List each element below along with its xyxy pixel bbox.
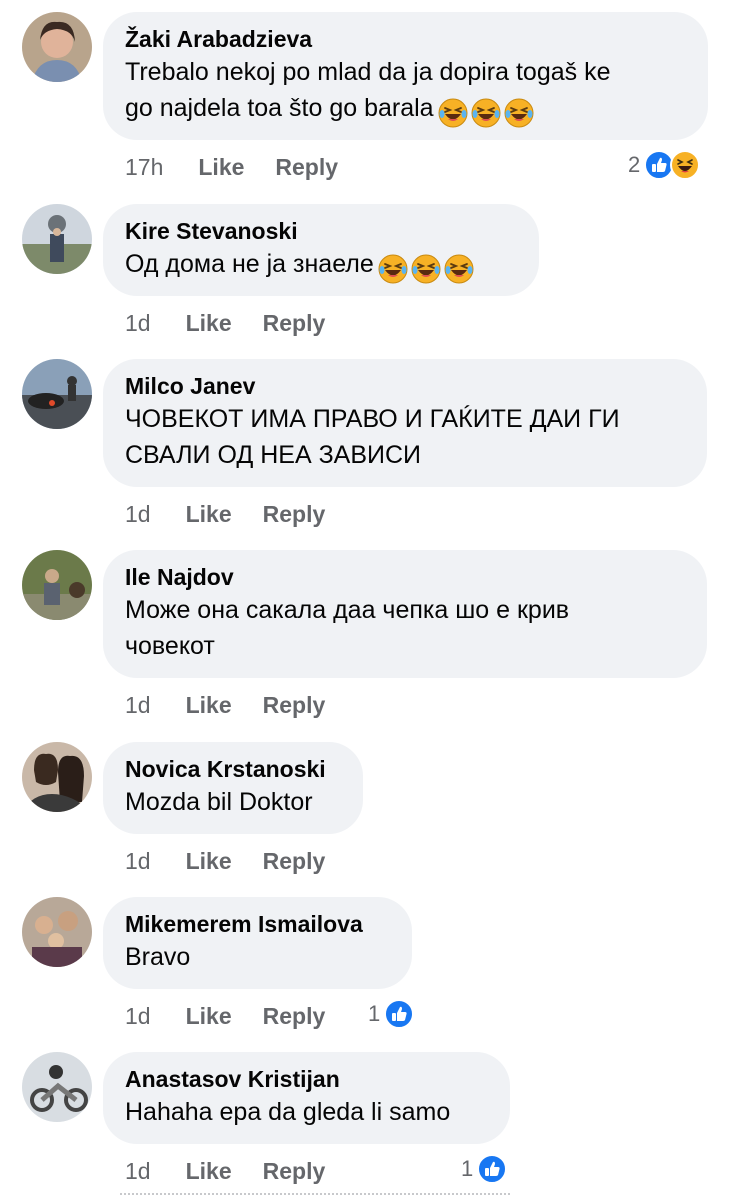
avatar[interactable]: [22, 742, 92, 812]
timestamp[interactable]: 1d: [125, 1001, 151, 1031]
avatar[interactable]: [22, 897, 92, 967]
like-icon: [477, 1154, 508, 1184]
reaction-count: 1: [461, 1156, 474, 1181]
reaction-summary[interactable]: 1: [461, 1154, 508, 1184]
avatar[interactable]: [22, 204, 92, 274]
reply-button[interactable]: Reply: [263, 1001, 326, 1031]
laughing-emoji-icon: [504, 98, 534, 128]
comment-actions: 1d Like Reply: [125, 308, 356, 338]
reply-button[interactable]: Reply: [263, 846, 326, 876]
comment-bubble: Milco Janev ЧОВЕКОТ ИМА ПРАВО И ГАЌИТЕ Д…: [103, 359, 707, 487]
reply-button[interactable]: Reply: [263, 308, 326, 338]
laughing-emoji-group: [438, 94, 537, 130]
like-button[interactable]: Like: [186, 499, 232, 529]
commenter-name[interactable]: Mikemerem Ismailova: [125, 909, 390, 939]
comment-bubble: Mikemerem Ismailova Bravo: [103, 897, 412, 989]
commenter-name[interactable]: Kire Stevanoski: [125, 216, 517, 246]
commenter-name[interactable]: Ile Najdov: [125, 562, 685, 592]
reply-button[interactable]: Reply: [275, 152, 338, 182]
comment-text: Mozda bil Doktor: [125, 788, 313, 816]
comment-actions: 1d Like Reply: [125, 1156, 356, 1186]
avatar[interactable]: [22, 12, 92, 82]
like-button[interactable]: Like: [186, 690, 232, 720]
reaction-summary[interactable]: 1: [368, 999, 415, 1029]
like-button[interactable]: Like: [186, 846, 232, 876]
laughing-emoji-icon: [438, 98, 468, 128]
laughing-emoji-icon: [444, 254, 474, 284]
like-button[interactable]: Like: [186, 308, 232, 338]
comment-text: Hahaha epa da gleda li samo: [125, 1098, 451, 1126]
laughing-emoji-icon: [471, 98, 501, 128]
avatar[interactable]: [22, 550, 92, 620]
comment-actions: 1d Like Reply: [125, 499, 356, 529]
timestamp[interactable]: 17h: [125, 152, 163, 182]
timestamp[interactable]: 1d: [125, 499, 151, 529]
commenter-name[interactable]: Anastasov Kristijan: [125, 1064, 488, 1094]
comment-text: Trebalo nekoj po mlad da ja dopira togaš…: [125, 54, 686, 130]
comment-actions: 17h Like Reply: [125, 152, 369, 182]
reaction-summary[interactable]: 2: [628, 150, 701, 180]
comment-bubble: Anastasov Kristijan Hahaha epa da gleda …: [103, 1052, 510, 1144]
comment-text: Bravo: [125, 943, 191, 971]
reaction-count: 2: [628, 152, 641, 177]
comment-actions: 1d Like Reply: [125, 690, 356, 720]
comment-bubble: Novica Krstanoski Mozda bil Doktor: [103, 742, 363, 834]
laughing-emoji-icon: [378, 254, 408, 284]
reaction-count: 1: [368, 1001, 381, 1026]
reply-button[interactable]: Reply: [263, 690, 326, 720]
laughing-emoji-icon: [411, 254, 441, 284]
timestamp[interactable]: 1d: [125, 308, 151, 338]
reply-button[interactable]: Reply: [263, 499, 326, 529]
comment-actions: 1d Like Reply: [125, 1001, 356, 1031]
like-button[interactable]: Like: [198, 152, 244, 182]
commenter-name[interactable]: Novica Krstanoski: [125, 754, 341, 784]
timestamp[interactable]: 1d: [125, 690, 151, 720]
comment-text: Може она сакала даа чепка шо е крив чове…: [125, 596, 570, 660]
avatar[interactable]: [22, 359, 92, 429]
timestamp[interactable]: 1d: [125, 1156, 151, 1186]
laughing-emoji-group: [378, 250, 477, 286]
comment-text: ЧОВЕКОТ ИМА ПРАВО И ГАЌИТЕ ДАИ ГИ СВАЛИ …: [125, 405, 620, 469]
like-button[interactable]: Like: [186, 1156, 232, 1186]
commenter-name[interactable]: Žaki Arabadzieva: [125, 24, 686, 54]
avatar[interactable]: [22, 1052, 92, 1122]
comment-text: Од дома не ја знаеле: [125, 246, 517, 286]
like-button[interactable]: Like: [186, 1001, 232, 1031]
haha-icon: [670, 150, 701, 180]
comment-bubble: Ile Najdov Може она сакала даа чепка шо …: [103, 550, 707, 678]
comment-bubble: Kire Stevanoski Од дома не ја знаеле: [103, 204, 539, 296]
comment-bubble: Žaki Arabadzieva Trebalo nekoj po mlad d…: [103, 12, 708, 140]
timestamp[interactable]: 1d: [125, 846, 151, 876]
divider: [120, 1193, 510, 1199]
commenter-name[interactable]: Milco Janev: [125, 371, 685, 401]
reply-button[interactable]: Reply: [263, 1156, 326, 1186]
comment-actions: 1d Like Reply: [125, 846, 356, 876]
like-icon: [384, 999, 415, 1029]
